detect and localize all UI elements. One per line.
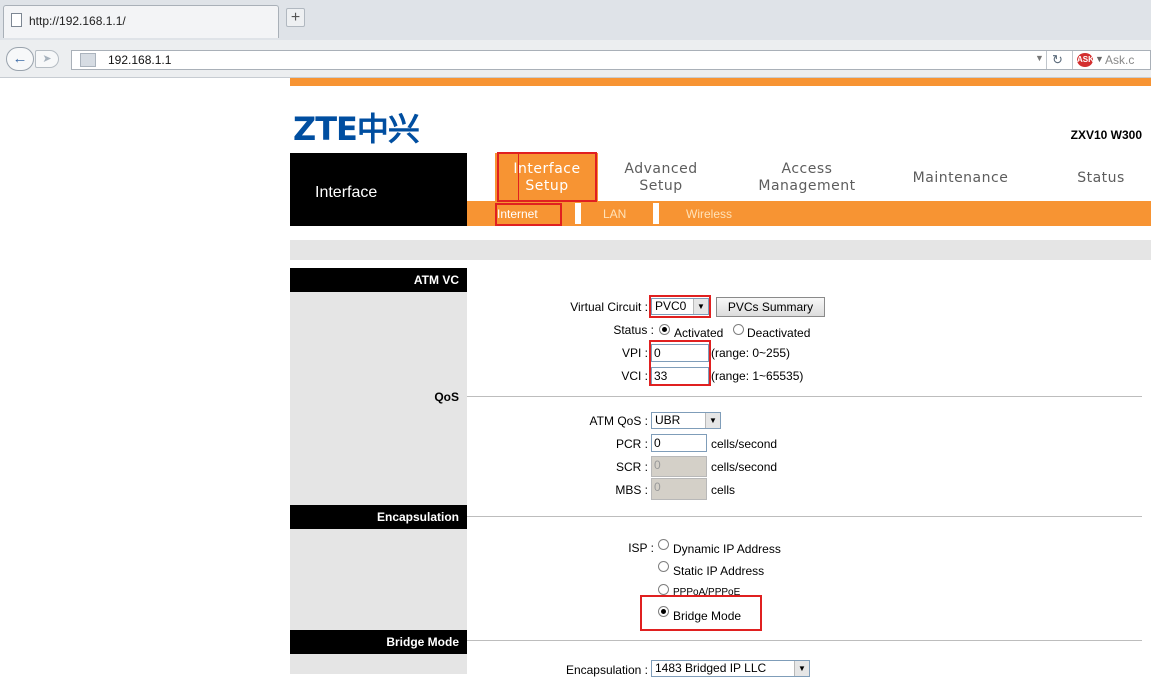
mbs-input: 0 bbox=[651, 478, 707, 500]
atm-qos-select[interactable]: UBR ▼ bbox=[651, 412, 721, 429]
pcr-label: PCR : bbox=[615, 437, 648, 451]
section-sidebar bbox=[290, 268, 467, 674]
menu-line: Maintenance bbox=[912, 170, 1009, 186]
chevron-down-icon: ▼ bbox=[705, 413, 720, 428]
annotation-box bbox=[495, 203, 562, 226]
scr-label: SCR : bbox=[615, 460, 648, 474]
isp-label: ISP : bbox=[628, 541, 654, 555]
atm-qos-value: UBR bbox=[655, 413, 681, 427]
submenu-separator bbox=[575, 203, 581, 224]
vci-range: (range: 1~65535) bbox=[711, 369, 804, 383]
browser-tab-bar: http://192.168.1.1/ + bbox=[0, 0, 1151, 40]
atm-qos-label: ATM QoS : bbox=[589, 414, 648, 428]
menu-line: Setup bbox=[639, 178, 683, 194]
new-tab-button[interactable]: + bbox=[286, 8, 305, 27]
encapsulation-label: Encapsulation : bbox=[565, 663, 648, 677]
divider bbox=[467, 640, 1142, 641]
tab-title: http://192.168.1.1/ bbox=[29, 14, 126, 28]
back-icon[interactable]: ← bbox=[6, 47, 34, 71]
sub-menu bbox=[467, 201, 1151, 226]
pvcs-summary-button[interactable]: PVCs Summary bbox=[716, 297, 825, 317]
header-rule bbox=[290, 78, 1151, 86]
section-atm-vc: ATM VC bbox=[290, 268, 467, 292]
content-top-strip bbox=[290, 240, 1151, 260]
pcr-unit: cells/second bbox=[711, 437, 778, 451]
encapsulation-value: 1483 Bridged IP LLC bbox=[655, 661, 767, 675]
menu-line: Access bbox=[781, 161, 833, 177]
page-icon bbox=[11, 13, 22, 27]
url-text[interactable]: 192.168.1.1 bbox=[108, 53, 171, 67]
forward-icon[interactable]: ➤ bbox=[35, 50, 59, 68]
search-engine-name[interactable]: Ask.c bbox=[1105, 53, 1134, 67]
menu-status[interactable]: Status bbox=[1066, 170, 1136, 187]
status-label: Status : bbox=[613, 323, 654, 337]
mbs-unit: cells bbox=[711, 483, 736, 497]
scr-input: 0 bbox=[651, 456, 707, 477]
menu-advanced-setup[interactable]: Advanced Setup bbox=[605, 161, 717, 195]
section-bridge-mode: Bridge Mode bbox=[290, 630, 467, 654]
annotation-box bbox=[640, 595, 762, 631]
browser-tab[interactable]: http://192.168.1.1/ bbox=[3, 5, 279, 38]
search-engine-dropdown-icon[interactable]: ▼ bbox=[1095, 54, 1104, 64]
menu-line: Advanced bbox=[624, 161, 698, 177]
side-title: Interface bbox=[315, 184, 378, 201]
section-encapsulation: Encapsulation bbox=[290, 505, 467, 529]
mbs-label: MBS : bbox=[615, 483, 648, 497]
status-activated-label: Activated bbox=[674, 326, 724, 340]
menu-access-management[interactable]: Access Management bbox=[745, 161, 869, 195]
url-history-dropdown-icon[interactable]: ▼ bbox=[1035, 53, 1044, 63]
annotation-box bbox=[649, 295, 711, 318]
site-identity-icon[interactable] bbox=[80, 53, 96, 67]
scr-unit: cells/second bbox=[711, 460, 778, 474]
submenu-wireless[interactable]: Wireless bbox=[686, 207, 732, 221]
menu-maintenance[interactable]: Maintenance bbox=[898, 170, 1023, 187]
isp-static-ip-label: Static IP Address bbox=[673, 564, 765, 578]
annotation-box bbox=[649, 340, 711, 386]
annotation-box bbox=[497, 152, 519, 202]
submenu-separator bbox=[653, 203, 659, 224]
submenu-lan[interactable]: LAN bbox=[603, 207, 626, 221]
ask-logo-icon[interactable]: ASK bbox=[1077, 53, 1094, 67]
isp-pppoa-pppoe-radio[interactable] bbox=[658, 584, 669, 595]
encapsulation-select[interactable]: 1483 Bridged IP LLC ▼ bbox=[651, 660, 810, 677]
isp-static-ip-radio[interactable] bbox=[658, 561, 669, 572]
reload-icon[interactable]: ↻ bbox=[1046, 51, 1068, 69]
address-bar[interactable]: 192.168.1.1 ▼ ↻ ASK ▼ Ask.c bbox=[71, 50, 1151, 70]
status-deactivated-radio[interactable] bbox=[733, 324, 744, 335]
model-name: ZXV10 W300 bbox=[1070, 128, 1142, 142]
vpi-range: (range: 0~255) bbox=[711, 346, 791, 360]
vpi-label: VPI : bbox=[621, 346, 648, 360]
divider bbox=[467, 396, 1142, 397]
isp-dynamic-ip-label: Dynamic IP Address bbox=[673, 542, 781, 556]
zte-logo: ZTE中兴 bbox=[293, 110, 420, 148]
virtual-circuit-label: Virtual Circuit : bbox=[570, 300, 648, 314]
status-activated-radio[interactable] bbox=[659, 324, 670, 335]
section-qos: QoS bbox=[434, 390, 459, 404]
status-deactivated-label: Deactivated bbox=[747, 326, 811, 340]
divider bbox=[467, 516, 1142, 517]
vci-label: VCI : bbox=[621, 369, 648, 383]
search-box[interactable]: ASK ▼ Ask.c bbox=[1072, 51, 1151, 69]
isp-dynamic-ip-radio[interactable] bbox=[658, 539, 669, 550]
menu-line: Management bbox=[758, 178, 856, 194]
menu-line: Status bbox=[1077, 170, 1125, 186]
pcr-input[interactable]: 0 bbox=[651, 434, 707, 452]
browser-nav-bar: ← ➤ 192.168.1.1 ▼ ↻ ASK ▼ Ask.c bbox=[0, 40, 1151, 78]
